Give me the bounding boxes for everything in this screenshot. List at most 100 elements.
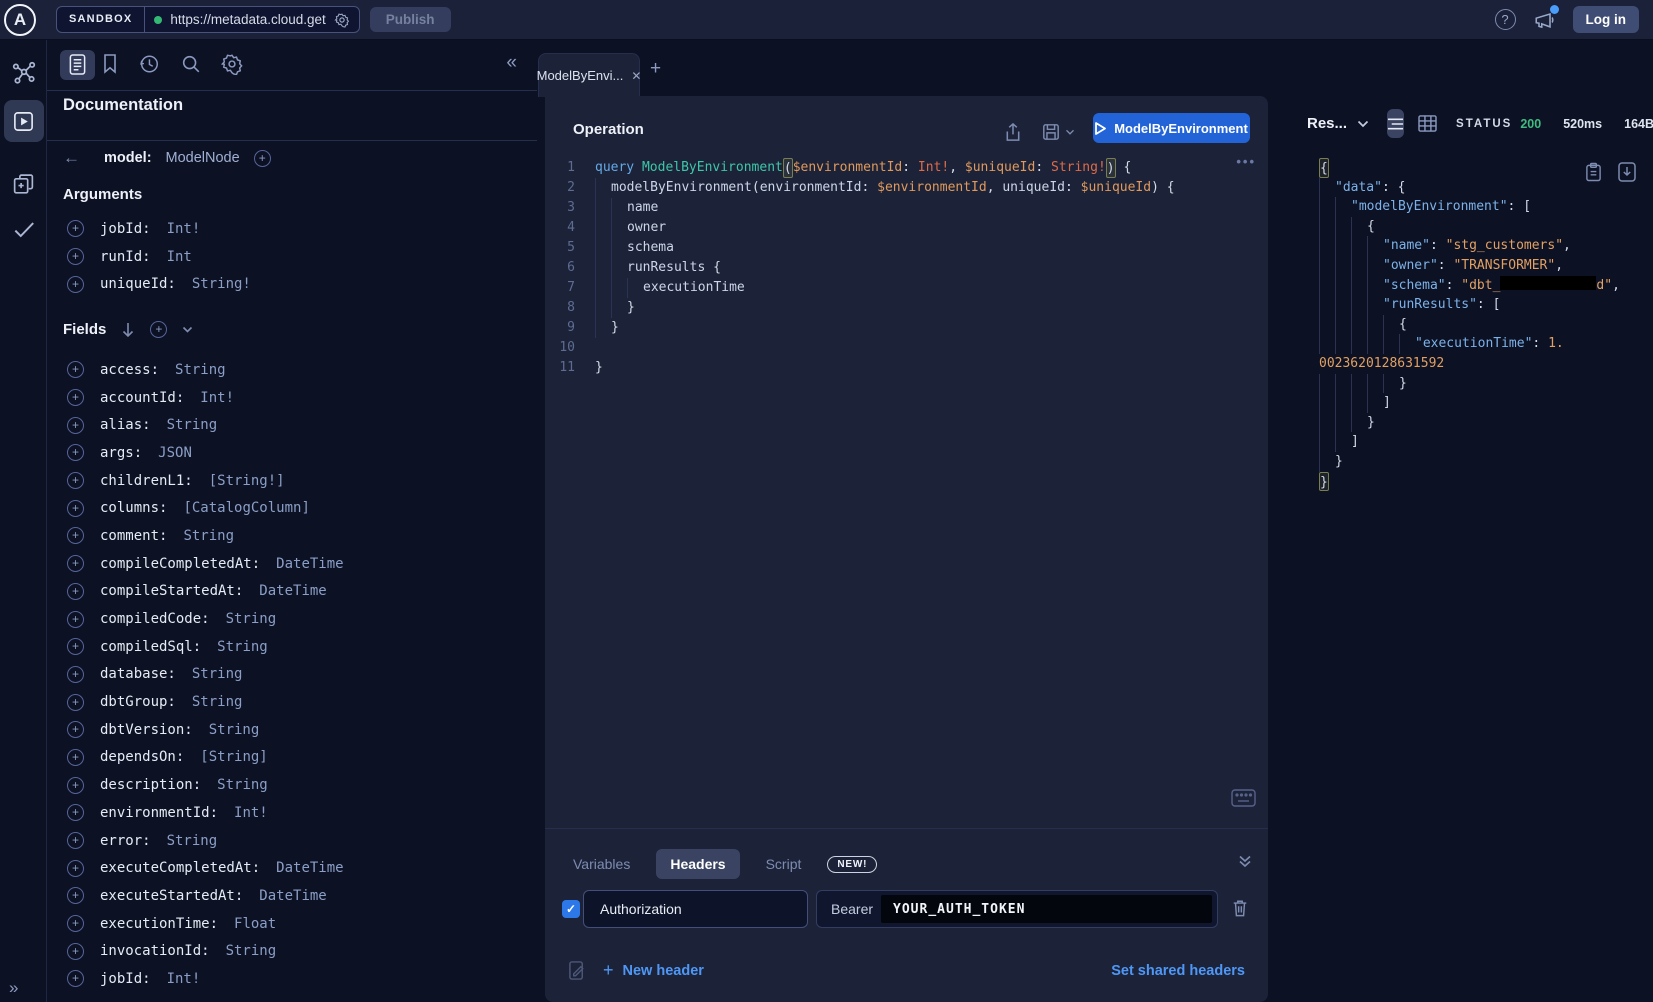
endpoint-settings-gear-icon[interactable] <box>334 12 350 28</box>
field-name[interactable]: uniqueId: <box>100 276 176 292</box>
operation-tab[interactable]: ModelByEnvi... ✕ <box>538 53 640 97</box>
add-field-icon[interactable]: + <box>67 527 84 544</box>
field-type[interactable]: String! <box>192 276 251 292</box>
field-type[interactable]: Float <box>234 916 276 932</box>
tab-headers[interactable]: Headers <box>656 849 739 879</box>
field-name[interactable]: dbtVersion: <box>100 722 193 738</box>
add-all-fields-icon[interactable]: + <box>150 321 167 338</box>
header-enabled-checkbox[interactable]: ✓ <box>562 900 580 918</box>
graphql-editor[interactable]: 1query ModelByEnvironment($environmentId… <box>545 158 1268 378</box>
set-shared-headers-link[interactable]: Set shared headers <box>1111 963 1245 979</box>
field-name[interactable]: dependsOn: <box>100 749 184 765</box>
header-value-input[interactable]: Bearer YOUR_AUTH_TOKEN <box>816 890 1218 928</box>
field-type[interactable]: String <box>217 639 268 655</box>
add-field-icon[interactable]: + <box>67 915 84 932</box>
add-field-icon[interactable]: + <box>67 804 84 821</box>
add-field-icon[interactable]: + <box>67 417 84 434</box>
delete-header-trash-icon[interactable] <box>1231 898 1249 918</box>
announcements-megaphone-icon[interactable] <box>1533 9 1556 31</box>
header-name-input[interactable] <box>583 890 808 928</box>
field-type[interactable]: DateTime <box>259 888 326 904</box>
download-response-icon[interactable] <box>1618 162 1636 182</box>
field-type[interactable]: String <box>192 666 243 682</box>
field-name[interactable]: jobId: <box>100 971 151 987</box>
field-type[interactable]: Int! <box>234 805 268 821</box>
help-icon[interactable]: ? <box>1495 9 1516 30</box>
add-field-icon[interactable]: + <box>67 943 84 960</box>
add-field-icon[interactable]: + <box>67 611 84 628</box>
field-name[interactable]: compileStartedAt: <box>100 583 243 599</box>
field-name[interactable]: args: <box>100 445 142 461</box>
add-field-icon[interactable]: + <box>67 248 84 265</box>
field-type[interactable]: String <box>209 722 260 738</box>
add-field-icon[interactable]: + <box>67 583 84 600</box>
field-type[interactable]: [String!] <box>209 473 285 489</box>
response-dropdown-chevron-icon[interactable] <box>1357 120 1369 128</box>
field-type[interactable]: String <box>183 528 234 544</box>
rail-item-explorer[interactable] <box>0 110 47 133</box>
table-view-toggle[interactable] <box>1418 115 1437 132</box>
field-name[interactable]: dbtGroup: <box>100 694 176 710</box>
add-field-icon[interactable]: + <box>67 721 84 738</box>
field-type[interactable]: JSON <box>158 445 192 461</box>
collapse-bottom-panel-icon[interactable] <box>1238 854 1252 868</box>
field-name[interactable]: jobId: <box>100 221 151 237</box>
save-operation-icon[interactable] <box>1042 123 1060 141</box>
add-field-icon[interactable]: + <box>67 638 84 655</box>
search-icon[interactable] <box>180 53 202 75</box>
field-name[interactable]: executeCompletedAt: <box>100 860 260 876</box>
field-type[interactable]: String <box>167 833 218 849</box>
new-header-button[interactable]: + New header <box>603 960 704 981</box>
response-dropdown[interactable]: Res... <box>1307 115 1347 132</box>
add-field-icon[interactable]: + <box>67 500 84 517</box>
rail-item-graph[interactable] <box>0 60 47 86</box>
field-type[interactable]: DateTime <box>276 860 343 876</box>
field-type[interactable]: String <box>167 417 218 433</box>
field-name[interactable]: alias: <box>100 417 151 433</box>
rail-item-collections[interactable] <box>0 172 47 197</box>
add-field-icon[interactable]: + <box>67 777 84 794</box>
field-type[interactable]: String <box>217 777 268 793</box>
field-name[interactable]: error: <box>100 833 151 849</box>
tab-script[interactable]: Script <box>766 856 802 872</box>
formatted-view-toggle[interactable] <box>1387 109 1404 138</box>
field-name[interactable]: columns: <box>100 500 167 516</box>
tab-variables[interactable]: Variables <box>573 856 630 872</box>
add-field-icon[interactable]: + <box>67 555 84 572</box>
field-name[interactable]: description: <box>100 777 201 793</box>
add-field-icon[interactable]: + <box>67 472 84 489</box>
add-field-icon[interactable]: + <box>67 389 84 406</box>
field-name[interactable]: database: <box>100 666 176 682</box>
field-name[interactable]: executionTime: <box>100 916 218 932</box>
breadcrumb-type[interactable]: ModelNode <box>166 150 240 166</box>
field-name[interactable]: compiledSql: <box>100 639 201 655</box>
field-name[interactable]: compileCompletedAt: <box>100 556 260 572</box>
field-name[interactable]: runId: <box>100 249 151 265</box>
edit-headers-raw-icon[interactable] <box>568 960 587 981</box>
login-button[interactable]: Log in <box>1573 6 1640 33</box>
endpoint-url-field[interactable]: https://metadata.cloud.get <box>145 12 358 28</box>
collapse-docs-icon[interactable]: « <box>506 52 517 74</box>
add-field-icon[interactable]: + <box>67 860 84 877</box>
field-name[interactable]: compiledCode: <box>100 611 210 627</box>
sort-fields-icon[interactable] <box>121 322 135 338</box>
new-tab-icon[interactable]: + <box>650 58 661 80</box>
documentation-tab-icon[interactable] <box>68 53 87 76</box>
field-type[interactable]: String <box>226 943 277 959</box>
field-type[interactable]: DateTime <box>259 583 326 599</box>
add-field-icon[interactable]: + <box>67 832 84 849</box>
field-type[interactable]: String <box>192 694 243 710</box>
add-field-icon[interactable]: + <box>67 887 84 904</box>
field-name[interactable]: comment: <box>100 528 167 544</box>
field-type[interactable]: [CatalogColumn] <box>183 500 309 516</box>
field-type[interactable]: DateTime <box>276 556 343 572</box>
add-field-icon[interactable]: + <box>67 694 84 711</box>
field-type[interactable]: Int! <box>167 971 201 987</box>
keyboard-shortcuts-icon[interactable] <box>1231 789 1256 807</box>
add-field-icon[interactable]: + <box>67 444 84 461</box>
back-arrow-icon[interactable]: ← <box>63 148 80 168</box>
field-name[interactable]: executeStartedAt: <box>100 888 243 904</box>
add-field-icon[interactable]: + <box>67 276 84 293</box>
expand-rail-icon[interactable]: » <box>9 978 16 998</box>
add-type-icon[interactable]: + <box>254 150 271 167</box>
